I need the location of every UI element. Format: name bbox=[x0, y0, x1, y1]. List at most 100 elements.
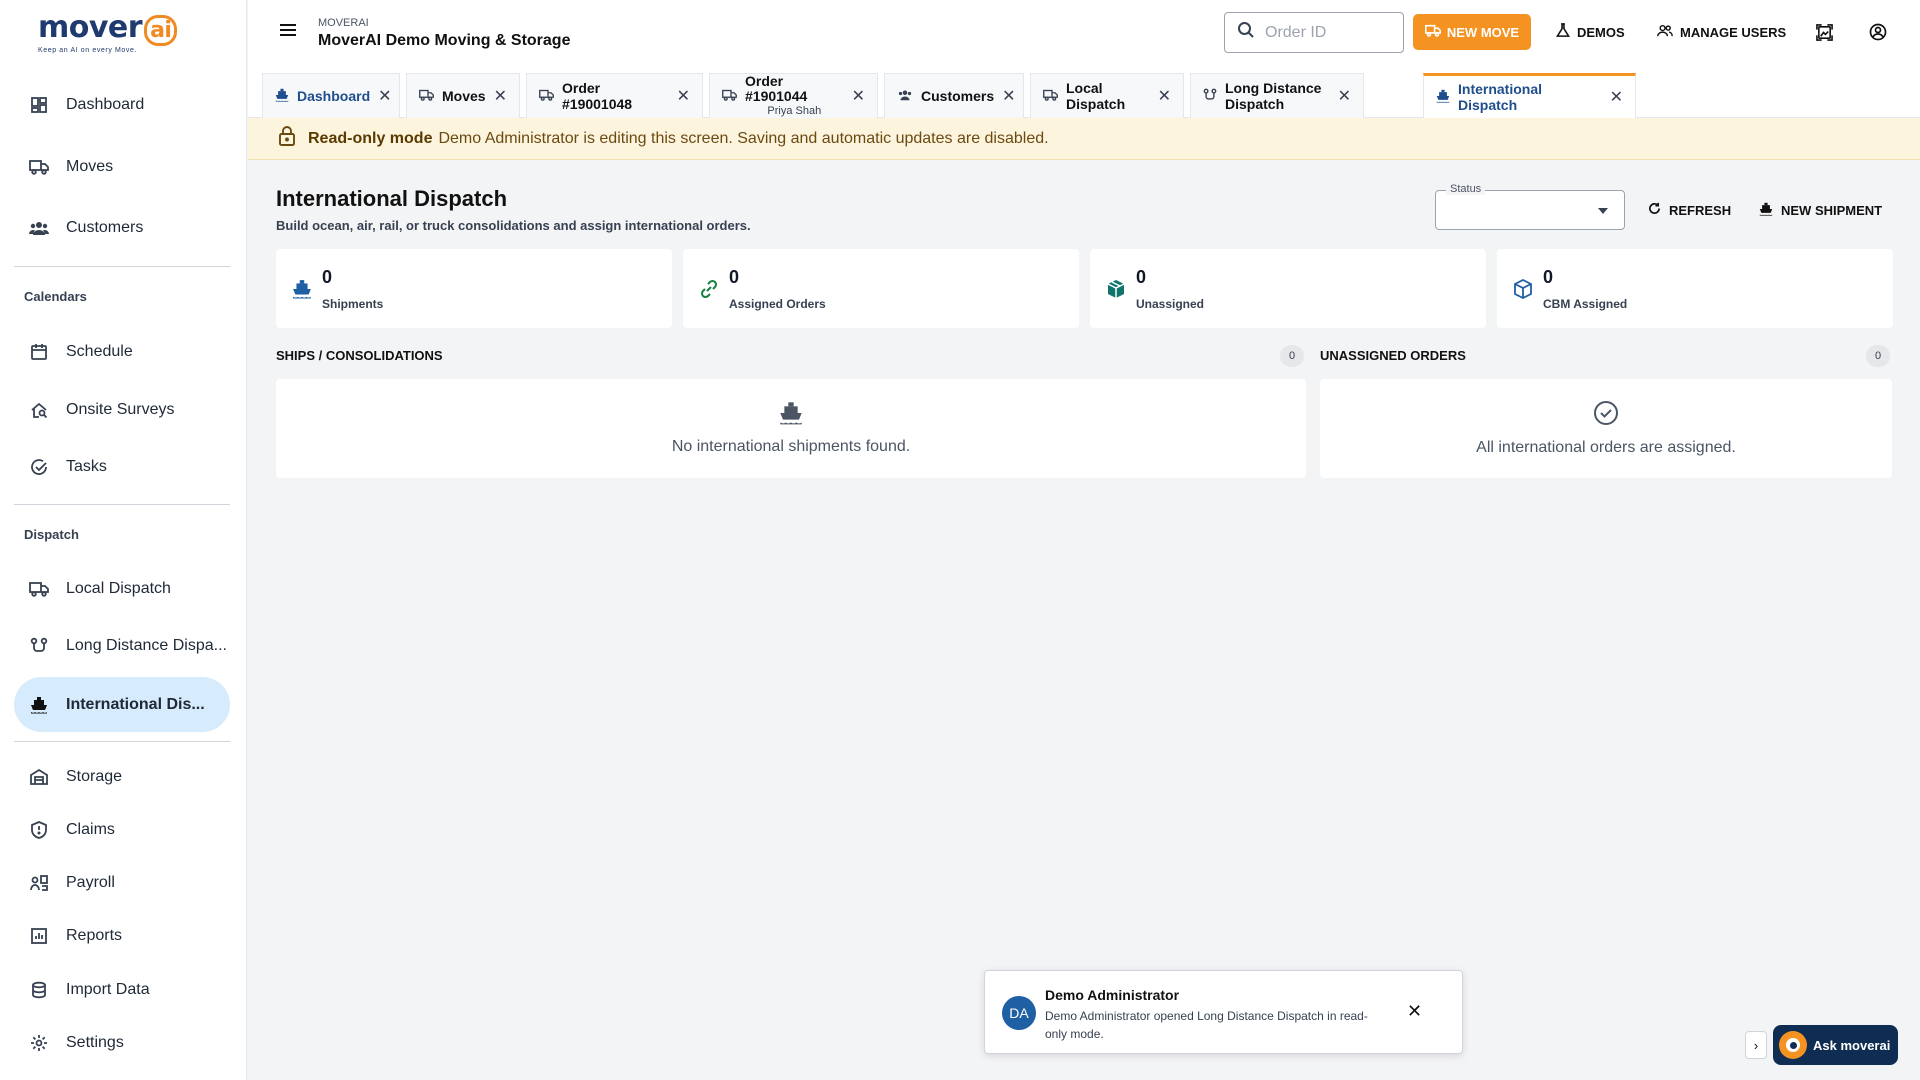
sidebar-item-label: Claims bbox=[66, 821, 115, 838]
nav-section-dispatch: Dispatch bbox=[24, 527, 79, 542]
sidebar-item-settings[interactable]: Settings bbox=[14, 1017, 230, 1069]
tab-sublabel: Priya Shah bbox=[767, 104, 822, 117]
close-icon[interactable]: ✕ bbox=[1158, 86, 1171, 106]
truck-icon bbox=[419, 88, 434, 104]
order-id-input[interactable] bbox=[1265, 23, 1395, 42]
sidebar-item-local-dispatch[interactable]: Local Dispatch bbox=[14, 563, 230, 615]
ships-panel: No international shipments found. bbox=[276, 379, 1306, 478]
order-search[interactable] bbox=[1224, 12, 1404, 53]
tab-label: Local Dispatch bbox=[1066, 80, 1126, 112]
sidebar-item-reports[interactable]: Reports bbox=[14, 910, 230, 962]
stat-value: 0 bbox=[322, 267, 333, 287]
sidebar-item-import-data[interactable]: Import Data bbox=[14, 964, 230, 1016]
account-icon[interactable] bbox=[1868, 22, 1888, 42]
shield-icon bbox=[28, 819, 50, 841]
screenshot-icon[interactable] bbox=[1814, 22, 1834, 42]
new-shipment-label: NEW SHIPMENT bbox=[1781, 202, 1883, 218]
tab-international-dispatch[interactable]: International Dispatch ✕ bbox=[1423, 73, 1636, 118]
nav-divider bbox=[14, 741, 230, 742]
tab-long-distance-dispatch[interactable]: Long Distance Dispatch ✕ bbox=[1190, 73, 1364, 118]
unassigned-panel: All international orders are assigned. bbox=[1320, 379, 1892, 478]
search-icon bbox=[1237, 21, 1255, 44]
tab-dashboard[interactable]: Dashboard ✕ bbox=[262, 73, 400, 118]
close-icon[interactable]: ✕ bbox=[1338, 86, 1351, 106]
demos-button[interactable]: DEMOS bbox=[1555, 14, 1625, 50]
assistant-toggle-button[interactable]: › bbox=[1745, 1031, 1767, 1059]
ships-section-title: SHIPS / CONSOLIDATIONS bbox=[276, 348, 443, 363]
truck-icon bbox=[722, 88, 737, 104]
tab-label: Customers bbox=[921, 88, 995, 104]
read-only-banner: Read-only mode Demo Administrator is edi… bbox=[248, 118, 1920, 160]
sidebar: mover ai Keep an AI on every Move. Dashbo… bbox=[0, 0, 247, 1080]
tab-order-19001048[interactable]: Order #19001048 ✕ bbox=[526, 73, 703, 118]
sidebar-item-schedule[interactable]: Schedule bbox=[14, 326, 230, 378]
stat-card-shipments: 0 Shipments bbox=[276, 249, 672, 328]
new-shipment-button[interactable]: NEW SHIPMENT bbox=[1759, 198, 1882, 222]
status-select[interactable]: Status bbox=[1435, 183, 1625, 230]
sidebar-item-storage[interactable]: Storage bbox=[14, 751, 230, 803]
refresh-button[interactable]: REFRESH bbox=[1648, 198, 1731, 222]
people-icon bbox=[897, 88, 913, 104]
tab-local-dispatch[interactable]: Local Dispatch ✕ bbox=[1030, 73, 1184, 118]
route-icon bbox=[1203, 88, 1217, 105]
sidebar-item-label: Settings bbox=[66, 1034, 124, 1051]
close-icon[interactable]: ✕ bbox=[1610, 87, 1623, 107]
ship-icon bbox=[275, 88, 289, 105]
home-search-icon bbox=[28, 399, 50, 421]
unassigned-count-badge: 0 bbox=[1866, 345, 1890, 367]
close-icon[interactable]: ✕ bbox=[378, 86, 391, 106]
sidebar-item-customers[interactable]: Customers bbox=[14, 202, 230, 254]
ask-moverai-button[interactable]: Ask moverai bbox=[1773, 1025, 1898, 1065]
new-move-label: NEW MOVE bbox=[1446, 24, 1520, 40]
tab-order-1901044[interactable]: Order #1901044 Priya Shah ✕ bbox=[709, 73, 878, 118]
payroll-icon bbox=[28, 872, 50, 894]
stat-value: 0 bbox=[729, 267, 740, 287]
refresh-label: REFRESH bbox=[1669, 202, 1732, 218]
sidebar-item-payroll[interactable]: Payroll bbox=[14, 857, 230, 909]
ship-icon bbox=[1436, 89, 1450, 106]
close-icon[interactable]: ✕ bbox=[1407, 1001, 1422, 1022]
tab-moves[interactable]: Moves ✕ bbox=[406, 73, 520, 118]
manage-users-button[interactable]: MANAGE USERS bbox=[1657, 14, 1786, 50]
toast-message: Demo Administrator opened Long Distance … bbox=[1045, 1009, 1368, 1041]
sidebar-item-dashboard[interactable]: Dashboard bbox=[14, 79, 230, 131]
sidebar-item-onsite-surveys[interactable]: Onsite Surveys bbox=[14, 384, 230, 436]
database-icon bbox=[28, 979, 50, 1001]
nav-divider bbox=[14, 504, 230, 505]
sidebar-item-tasks[interactable]: Tasks bbox=[14, 441, 230, 493]
sidebar-item-label: Schedule bbox=[66, 343, 133, 360]
sidebar-item-moves[interactable]: Moves bbox=[14, 141, 230, 193]
toast-title: Demo Administrator bbox=[1045, 987, 1180, 1003]
check-circle-icon bbox=[1593, 400, 1619, 431]
company-name: MoverAI Demo Moving & Storage bbox=[318, 32, 571, 49]
sidebar-item-label: Storage bbox=[66, 768, 123, 785]
stat-card-assigned-orders: 0 Assigned Orders bbox=[683, 249, 1079, 328]
cube-icon bbox=[1511, 277, 1535, 301]
lock-icon bbox=[278, 126, 296, 151]
close-icon[interactable]: ✕ bbox=[1002, 86, 1015, 106]
ship-icon bbox=[1759, 202, 1773, 219]
tab-label: Order #1901044 bbox=[745, 72, 808, 104]
link-icon bbox=[697, 277, 721, 301]
menu-icon[interactable] bbox=[280, 24, 296, 36]
sidebar-item-label: Customers bbox=[66, 219, 144, 236]
new-move-button[interactable]: NEW MOVE bbox=[1413, 14, 1531, 50]
sidebar-item-claims[interactable]: Claims bbox=[14, 804, 230, 856]
tab-customers[interactable]: Customers ✕ bbox=[884, 73, 1024, 118]
close-icon[interactable]: ✕ bbox=[677, 86, 690, 106]
open-tabs-bar: Dashboard ✕ Moves ✕ Order #19001048 ✕ Or… bbox=[248, 66, 1920, 118]
close-icon[interactable]: ✕ bbox=[494, 86, 507, 106]
logo[interactable]: mover ai Keep an AI on every Move. bbox=[0, 0, 246, 66]
sidebar-item-international-dispatch[interactable]: International Dis... bbox=[14, 677, 230, 732]
stat-value: 0 bbox=[1543, 267, 1554, 287]
sidebar-item-long-distance-dispatch[interactable]: Long Distance Dispa... bbox=[14, 620, 230, 672]
check-circle-icon bbox=[28, 456, 50, 478]
nav-section-calendars: Calendars bbox=[24, 289, 87, 304]
truck-icon bbox=[28, 156, 50, 178]
sidebar-item-label: Onsite Surveys bbox=[66, 401, 175, 418]
unassigned-empty-message: All international orders are assigned. bbox=[1476, 439, 1736, 456]
ships-empty-message: No international shipments found. bbox=[671, 438, 911, 455]
sidebar-item-label: International Dis... bbox=[66, 695, 205, 713]
stat-value: 0 bbox=[1136, 267, 1147, 287]
close-icon[interactable]: ✕ bbox=[852, 86, 865, 106]
